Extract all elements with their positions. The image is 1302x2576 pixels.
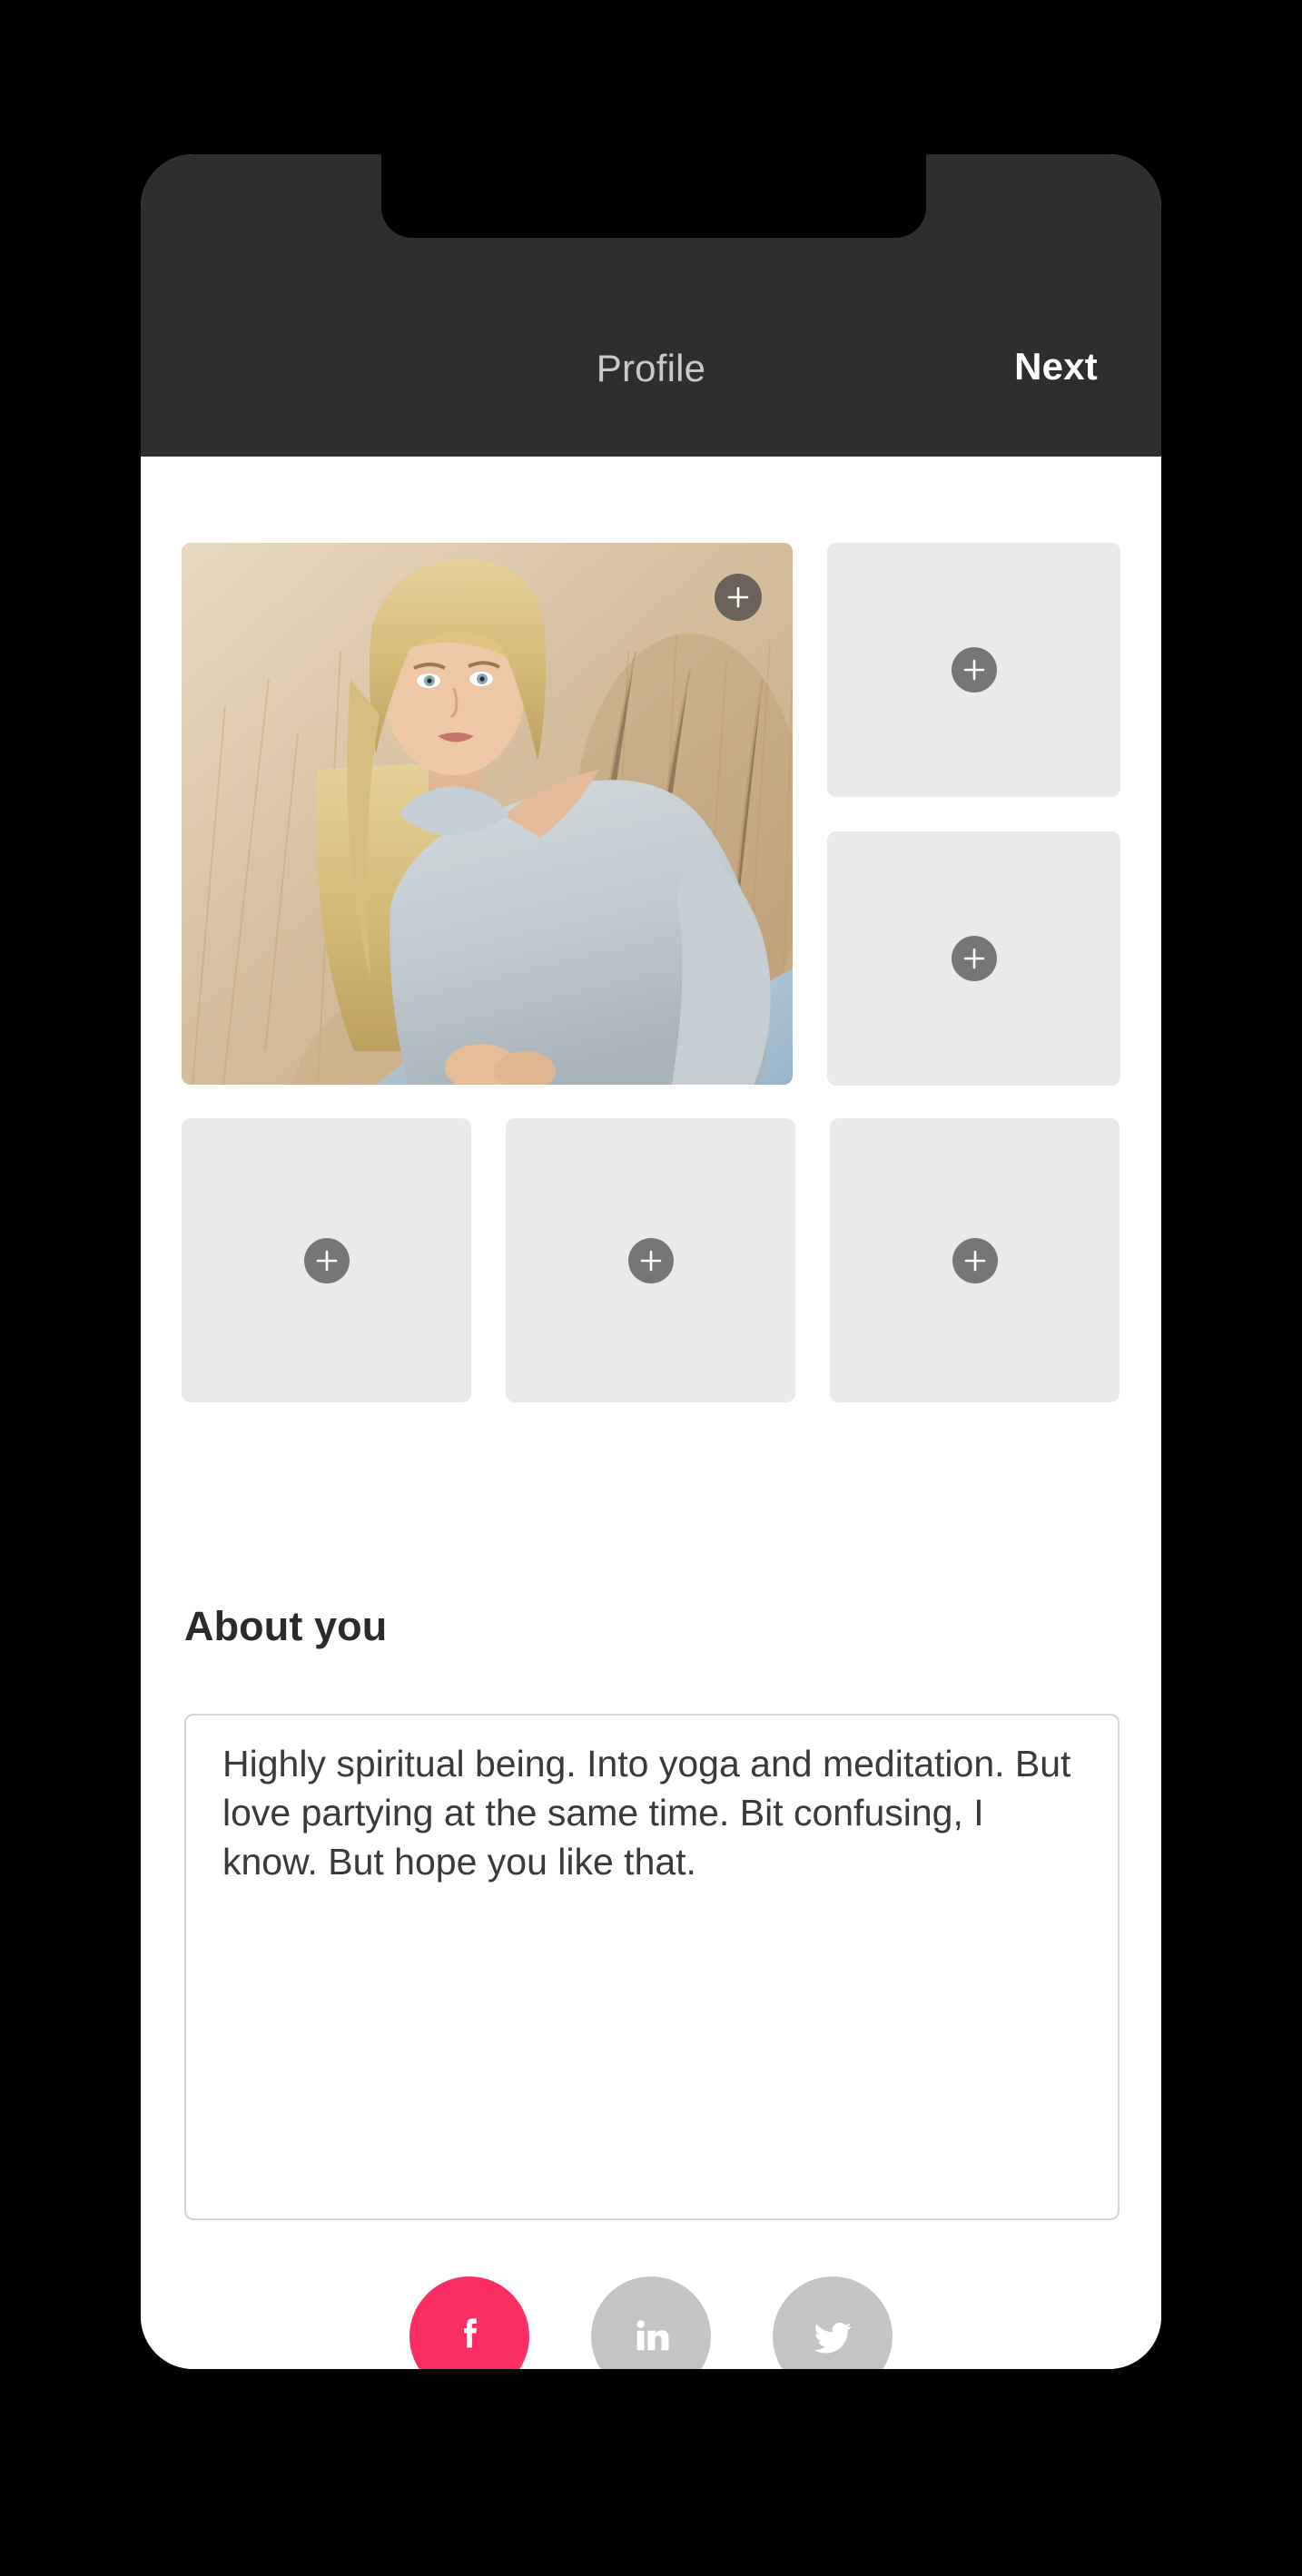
next-button[interactable]: Next [1014, 345, 1098, 388]
plus-icon [640, 1250, 661, 1271]
add-photo-button-3[interactable] [951, 936, 997, 981]
photo-slot-6[interactable] [830, 1118, 1120, 1402]
plus-icon [963, 948, 984, 969]
twitter-connect-button[interactable] [773, 2276, 893, 2369]
app-header: Profile Next [141, 154, 1161, 457]
add-photo-button-4[interactable] [303, 1237, 350, 1283]
photo-slot-5[interactable] [506, 1118, 795, 1402]
photo-grid-side-column [827, 543, 1120, 1086]
photo-slot-2[interactable] [827, 543, 1120, 797]
phone-frame: Profile Next About you Highly spiritual … [141, 154, 1161, 2369]
add-photo-button-6[interactable] [952, 1237, 998, 1283]
plus-icon [316, 1250, 337, 1271]
plus-icon [964, 1250, 985, 1271]
plus-icon [963, 659, 984, 681]
bio-text-value: Highly spiritual being. Into yoga and me… [222, 1743, 1081, 1883]
social-connect-row [141, 2276, 1161, 2369]
bio-textarea[interactable]: Highly spiritual being. Into yoga and me… [184, 1714, 1120, 2220]
profile-content: About you Highly spiritual being. Into y… [141, 457, 1161, 2369]
facebook-connect-button[interactable] [409, 2276, 529, 2369]
screen-root: Profile Next About you Highly spiritual … [0, 0, 1302, 2576]
photo-grid [182, 543, 1120, 1402]
add-photo-button-5[interactable] [627, 1237, 674, 1283]
profile-photo-image [182, 543, 793, 1085]
add-photo-button-1[interactable] [715, 574, 762, 621]
photo-slot-4[interactable] [182, 1118, 471, 1402]
about-you-heading: About you [184, 1603, 388, 1649]
twitter-icon [814, 2322, 852, 2354]
photo-grid-bottom-row [182, 1118, 1120, 1402]
linkedin-connect-button[interactable] [591, 2276, 711, 2369]
facebook-icon [464, 2318, 477, 2348]
photo-slot-1[interactable] [182, 543, 793, 1085]
photo-grid-top-row [182, 543, 1120, 1086]
photo-slot-3[interactable] [827, 831, 1120, 1086]
page-title: Profile [596, 347, 706, 389]
linkedin-icon [636, 2320, 669, 2351]
plus-icon [727, 586, 749, 608]
phone-notch [381, 154, 926, 238]
add-photo-button-2[interactable] [951, 647, 997, 693]
